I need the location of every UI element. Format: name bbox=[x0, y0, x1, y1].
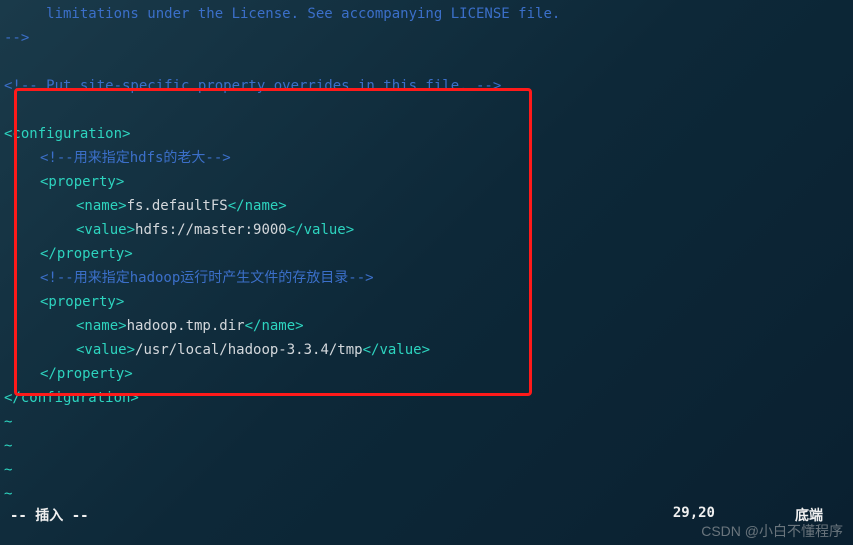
empty-line-marker: ~ bbox=[4, 458, 853, 482]
code-line: <value>/usr/local/hadoop-3.3.4/tmp</valu… bbox=[4, 338, 853, 362]
code-line: </configuration> bbox=[4, 386, 853, 410]
watermark: CSDN @小白不懂程序 bbox=[701, 521, 843, 541]
empty-line-marker: ~ bbox=[4, 434, 853, 458]
code-line: <property> bbox=[4, 290, 853, 314]
empty-line-marker: ~ bbox=[4, 482, 853, 506]
code-line: <name>hadoop.tmp.dir</name> bbox=[4, 314, 853, 338]
empty-line-marker: ~ bbox=[4, 410, 853, 434]
blank-line bbox=[4, 50, 853, 74]
vim-editor[interactable]: limitations under the License. See accom… bbox=[0, 0, 853, 506]
code-line: <!--用来指定hadoop运行时产生文件的存放目录--> bbox=[4, 266, 853, 290]
code-line: </property> bbox=[4, 362, 853, 386]
code-line: <value>hdfs://master:9000</value> bbox=[4, 218, 853, 242]
code-line: <name>fs.defaultFS</name> bbox=[4, 194, 853, 218]
code-line: </property> bbox=[4, 242, 853, 266]
code-line: <!-- Put site-specific property override… bbox=[4, 74, 853, 98]
blank-line bbox=[4, 98, 853, 122]
code-line: --> bbox=[4, 26, 853, 50]
vim-mode: -- 插入 -- bbox=[10, 505, 89, 525]
code-line: <property> bbox=[4, 170, 853, 194]
code-line: limitations under the License. See accom… bbox=[4, 2, 853, 26]
code-line: <!--用来指定hdfs的老大--> bbox=[4, 146, 853, 170]
code-line: <configuration> bbox=[4, 122, 853, 146]
